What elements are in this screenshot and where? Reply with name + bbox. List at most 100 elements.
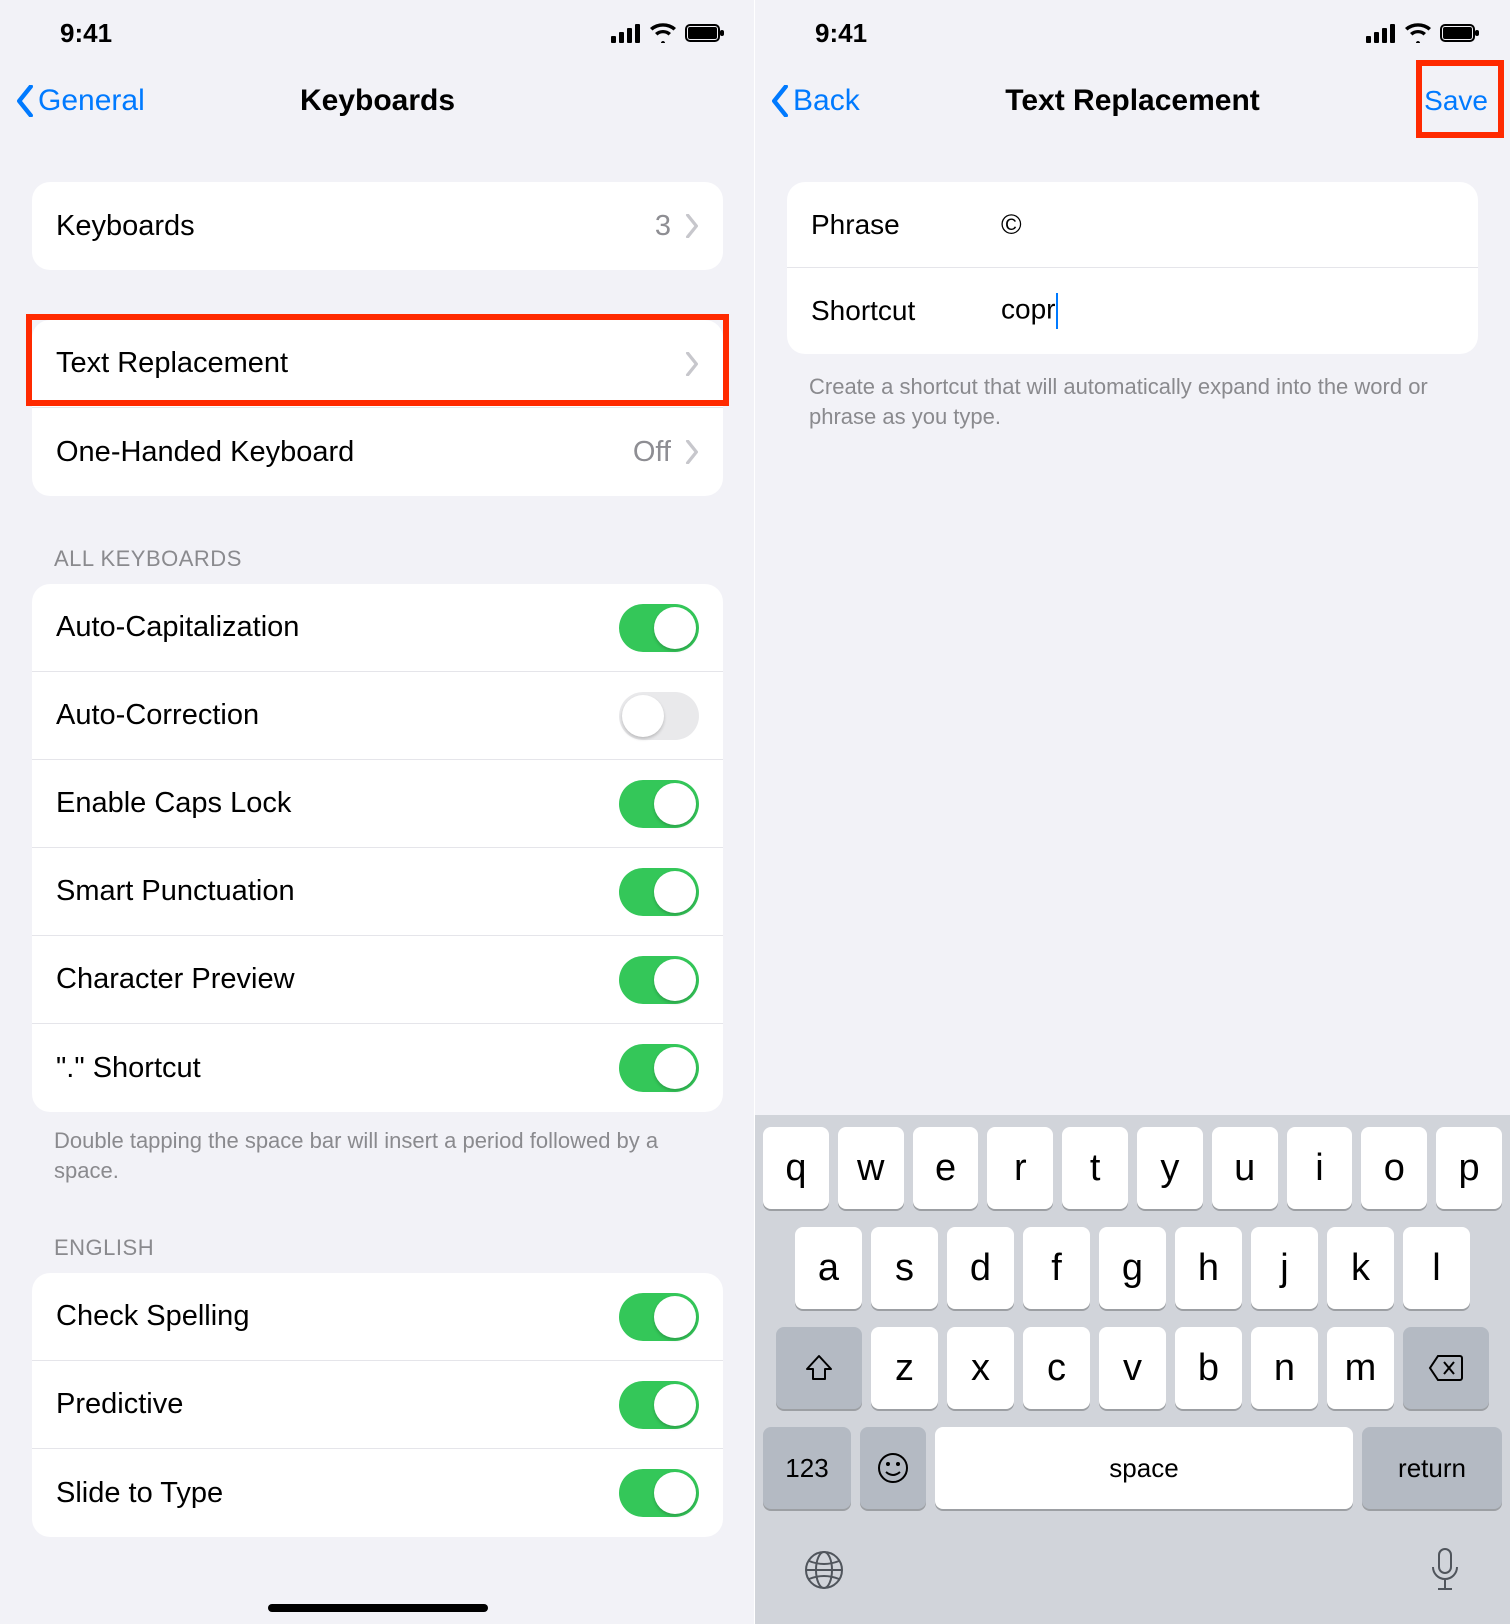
globe-key[interactable] — [803, 1549, 845, 1596]
back-button[interactable]: Back — [769, 84, 860, 118]
status-time: 9:41 — [815, 18, 867, 49]
key-o[interactable]: o — [1361, 1127, 1427, 1209]
backspace-icon — [1428, 1354, 1464, 1382]
wifi-icon — [649, 23, 677, 43]
auto-cap-cell[interactable]: Auto-Capitalization — [32, 584, 723, 672]
dot-shortcut-label: "." Shortcut — [56, 1052, 201, 1085]
back-button[interactable]: General — [14, 84, 145, 118]
page-title: Text Replacement — [755, 84, 1510, 118]
keyboard: qwertyuiop asdfghjkl zxcvbnm 123 space r… — [755, 1115, 1510, 1624]
text-cursor — [1056, 293, 1058, 329]
chevron-right-icon — [685, 214, 699, 238]
key-f[interactable]: f — [1023, 1227, 1090, 1309]
key-a[interactable]: a — [795, 1227, 862, 1309]
phrase-label: Phrase — [811, 209, 1001, 241]
backspace-key[interactable] — [1403, 1327, 1489, 1409]
auto-corr-cell[interactable]: Auto-Correction — [32, 672, 723, 760]
key-b[interactable]: b — [1175, 1327, 1242, 1409]
shift-icon — [804, 1353, 834, 1383]
key-row-2: asdfghjkl — [763, 1227, 1502, 1309]
back-label: General — [38, 84, 145, 118]
highlight-save — [1416, 60, 1504, 138]
cellular-icon — [1366, 23, 1396, 43]
mic-icon — [1428, 1547, 1462, 1593]
phrase-value[interactable]: © — [1001, 209, 1454, 241]
dot-shortcut-cell[interactable]: "." Shortcut — [32, 1024, 723, 1112]
check-spelling-label: Check Spelling — [56, 1300, 249, 1333]
key-p[interactable]: p — [1436, 1127, 1502, 1209]
chevron-right-icon — [685, 440, 699, 464]
shortcut-input[interactable]: copr — [1001, 293, 1454, 329]
key-k[interactable]: k — [1327, 1227, 1394, 1309]
section-header-all: ALL KEYBOARDS — [54, 546, 701, 572]
shortcut-row[interactable]: Shortcut copr — [787, 268, 1478, 354]
char-preview-toggle[interactable] — [619, 956, 699, 1004]
one-handed-value: Off — [633, 436, 671, 469]
char-preview-cell[interactable]: Character Preview — [32, 936, 723, 1024]
numbers-key[interactable]: 123 — [763, 1427, 851, 1509]
key-m[interactable]: m — [1327, 1327, 1394, 1409]
auto-cap-label: Auto-Capitalization — [56, 611, 299, 644]
slide-to-type-toggle[interactable] — [619, 1469, 699, 1517]
key-n[interactable]: n — [1251, 1327, 1318, 1409]
smart-punc-toggle[interactable] — [619, 868, 699, 916]
key-l[interactable]: l — [1403, 1227, 1470, 1309]
english-group: Check Spelling Predictive Slide to Type — [32, 1273, 723, 1537]
caps-lock-label: Enable Caps Lock — [56, 787, 291, 820]
navbar: Back Text Replacement Save — [755, 66, 1510, 136]
key-i[interactable]: i — [1287, 1127, 1353, 1209]
auto-corr-label: Auto-Correction — [56, 699, 259, 732]
check-spelling-cell[interactable]: Check Spelling — [32, 1273, 723, 1361]
caps-lock-toggle[interactable] — [619, 780, 699, 828]
key-v[interactable]: v — [1099, 1327, 1166, 1409]
slide-to-type-label: Slide to Type — [56, 1477, 223, 1510]
statusbar: 9:41 — [755, 0, 1510, 66]
predictive-label: Predictive — [56, 1388, 183, 1421]
chevron-left-icon — [14, 85, 36, 117]
key-g[interactable]: g — [1099, 1227, 1166, 1309]
home-indicator[interactable] — [268, 1604, 488, 1612]
key-d[interactable]: d — [947, 1227, 1014, 1309]
key-c[interactable]: c — [1023, 1327, 1090, 1409]
key-row-3: zxcvbnm — [763, 1327, 1502, 1409]
check-spelling-toggle[interactable] — [619, 1293, 699, 1341]
return-key[interactable]: return — [1362, 1427, 1502, 1509]
shift-key[interactable] — [776, 1327, 862, 1409]
one-handed-cell[interactable]: One-Handed Keyboard Off — [32, 408, 723, 496]
caps-lock-cell[interactable]: Enable Caps Lock — [32, 760, 723, 848]
globe-icon — [803, 1549, 845, 1591]
smart-punc-label: Smart Punctuation — [56, 875, 295, 908]
auto-corr-toggle[interactable] — [619, 692, 699, 740]
chevron-left-icon — [769, 85, 791, 117]
right-phone-screen: 9:41 Back Text Replacement Save Phrase © — [755, 0, 1510, 1624]
smart-punc-cell[interactable]: Smart Punctuation — [32, 848, 723, 936]
auto-cap-toggle[interactable] — [619, 604, 699, 652]
key-e[interactable]: e — [913, 1127, 979, 1209]
emoji-key[interactable] — [860, 1427, 926, 1509]
phrase-row[interactable]: Phrase © — [787, 182, 1478, 268]
key-y[interactable]: y — [1137, 1127, 1203, 1209]
key-j[interactable]: j — [1251, 1227, 1318, 1309]
key-s[interactable]: s — [871, 1227, 938, 1309]
key-x[interactable]: x — [947, 1327, 1014, 1409]
section-footer-period: Double tapping the space bar will insert… — [54, 1126, 701, 1185]
slide-to-type-cell[interactable]: Slide to Type — [32, 1449, 723, 1537]
key-t[interactable]: t — [1062, 1127, 1128, 1209]
space-key[interactable]: space — [935, 1427, 1353, 1509]
key-z[interactable]: z — [871, 1327, 938, 1409]
cellular-icon — [611, 23, 641, 43]
dot-shortcut-toggle[interactable] — [619, 1044, 699, 1092]
keyboards-cell[interactable]: Keyboards 3 — [32, 182, 723, 270]
keyboards-label: Keyboards — [56, 210, 195, 243]
key-h[interactable]: h — [1175, 1227, 1242, 1309]
shortcut-value: copr — [1001, 293, 1055, 324]
predictive-cell[interactable]: Predictive — [32, 1361, 723, 1449]
key-r[interactable]: r — [987, 1127, 1053, 1209]
keyboards-group: Keyboards 3 — [32, 182, 723, 270]
dictation-key[interactable] — [1428, 1547, 1462, 1598]
key-row-1: qwertyuiop — [763, 1127, 1502, 1209]
key-w[interactable]: w — [838, 1127, 904, 1209]
key-u[interactable]: u — [1212, 1127, 1278, 1209]
predictive-toggle[interactable] — [619, 1381, 699, 1429]
key-q[interactable]: q — [763, 1127, 829, 1209]
